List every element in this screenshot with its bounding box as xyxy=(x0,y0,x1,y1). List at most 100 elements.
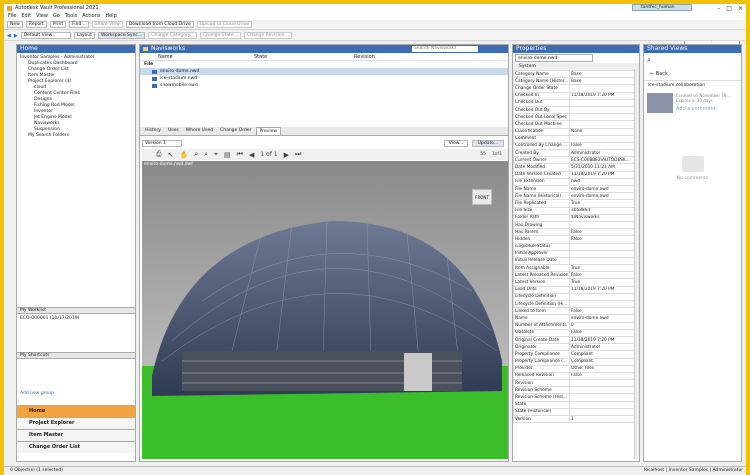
property-row[interactable]: Hidden False xyxy=(513,235,639,244)
file-row[interactable]: snowmobile.nwd xyxy=(140,82,508,89)
add-comment-link[interactable]: Add a comment xyxy=(676,106,730,112)
select-icon[interactable]: ↖ xyxy=(168,151,174,159)
property-row[interactable]: Lifecycle Definition (Hi... xyxy=(513,299,639,309)
property-row[interactable]: iLogicRuleStatus xyxy=(513,242,639,251)
tab-preview[interactable]: Preview xyxy=(255,127,282,135)
layout-button[interactable]: Layout xyxy=(73,32,96,39)
layers-icon[interactable]: ▤ xyxy=(224,151,231,159)
property-row[interactable]: File Size 3058864 xyxy=(513,206,639,215)
change-revision-button[interactable]: Change Revision... xyxy=(243,32,292,39)
file-row[interactable]: enviro-dome.nwd xyxy=(140,68,508,75)
share-view-button[interactable]: Share View xyxy=(91,21,123,28)
property-row[interactable]: Item Assignable True xyxy=(513,264,639,273)
property-row[interactable]: File Name (Historical) enviro-dome.nwd xyxy=(513,192,639,201)
property-row[interactable]: Folder Path $/Navisworks xyxy=(513,213,639,222)
back-arrow-icon[interactable]: ◀ xyxy=(7,33,11,39)
menu-help[interactable]: Help xyxy=(105,13,116,19)
property-row[interactable]: Property Compliance (... Compliant xyxy=(513,357,639,366)
change-category-button[interactable]: Change Category... xyxy=(148,32,198,39)
property-row[interactable]: Revision Scheme (Hist... xyxy=(513,393,639,402)
forward-arrow-icon[interactable]: ▶ xyxy=(14,33,18,39)
property-row[interactable]: Original Create Date 11/18/2019 7:20 PM xyxy=(513,335,639,345)
version-select[interactable]: Version 1 xyxy=(142,139,182,147)
property-row[interactable]: Current Owner ECS-C008BE2\AUTODESK... xyxy=(513,156,639,165)
properties-scrollbar[interactable] xyxy=(634,69,639,459)
menu-tools[interactable]: Tools xyxy=(65,13,77,19)
download-cloud-button[interactable]: Download from Cloud Drive xyxy=(125,21,194,28)
tab-history[interactable]: History xyxy=(142,127,165,135)
search-icon[interactable]: ⌕ xyxy=(644,53,741,68)
first-page-icon[interactable]: ⏮ xyxy=(237,150,243,159)
workspace-sync-button[interactable]: Workspace Sync... xyxy=(98,32,146,39)
user-account-box[interactable]: tanthic_human xyxy=(632,4,692,11)
property-row[interactable]: Classification None xyxy=(513,127,639,136)
property-row[interactable]: Provider Other Files xyxy=(513,364,639,373)
view-select[interactable]: Default View xyxy=(20,32,71,39)
property-row[interactable]: Date Version Created 11/18/2019 7:20 PM xyxy=(513,170,639,179)
property-row[interactable]: Revision xyxy=(513,379,639,388)
property-row[interactable]: File Replicated True xyxy=(513,199,639,208)
nav-change-order-button[interactable]: Change Order List xyxy=(17,441,135,453)
menu-file[interactable]: File xyxy=(8,13,16,19)
col-state[interactable]: State xyxy=(254,53,354,60)
update-button[interactable]: Update... xyxy=(472,139,504,147)
property-row[interactable]: Checked Out xyxy=(513,98,639,107)
worklist-item[interactable]: ECO-000001 (10/17/2019) xyxy=(17,314,135,352)
col-name[interactable]: Name xyxy=(144,53,254,60)
minimize-icon[interactable]: – xyxy=(717,5,720,12)
view-button[interactable]: View... xyxy=(444,139,468,147)
nav-item-master-button[interactable]: Item Master xyxy=(17,429,135,441)
property-row[interactable]: Date Modified 5/31/2010 11:21 AM xyxy=(513,163,639,172)
col-revision[interactable]: Revision xyxy=(354,53,375,60)
property-row[interactable]: Controlled By Change ... False xyxy=(513,141,639,151)
property-row[interactable]: Initial Release Date xyxy=(513,256,639,266)
tab-where-used[interactable]: Where Used xyxy=(182,127,217,135)
property-row[interactable]: Created By Administrator xyxy=(513,149,639,158)
property-row[interactable]: Released Revision False xyxy=(513,371,639,381)
property-row[interactable]: Revision Scheme xyxy=(513,386,639,395)
tab-uses[interactable]: Uses xyxy=(165,127,182,135)
property-row[interactable]: Latest Version True xyxy=(513,278,639,287)
zoom-icon[interactable]: ⌕ xyxy=(194,150,198,159)
menu-view[interactable]: View xyxy=(36,13,48,19)
property-row[interactable]: Number of Attachments 0 xyxy=(513,321,639,330)
property-row[interactable]: Property Compliance Compliant xyxy=(513,350,639,359)
maximize-icon[interactable]: □ xyxy=(726,5,732,12)
tree-item[interactable]: My Search Folders xyxy=(20,133,132,139)
property-row[interactable]: Change Order State xyxy=(513,84,639,93)
close-icon[interactable]: × xyxy=(738,5,743,12)
add-group-link[interactable]: Add new group xyxy=(17,389,135,405)
property-row[interactable]: Comment xyxy=(513,134,639,143)
property-row[interactable]: Latest Released Revision False xyxy=(513,271,639,280)
search-navisworks-input[interactable]: Search Navisworks xyxy=(412,46,478,52)
file-row[interactable]: ice-stadium.nwd xyxy=(140,75,508,82)
prev-page-icon[interactable]: ◀ xyxy=(249,151,254,159)
property-row[interactable]: Originator Administrator xyxy=(513,343,639,352)
property-row[interactable]: Lead Until 11/18/2019 7:20 PM xyxy=(513,285,639,294)
upload-cloud-button[interactable]: Upload to Cloud Drive xyxy=(196,21,253,28)
property-row[interactable]: Category Name Base xyxy=(513,69,639,79)
property-row[interactable]: File Name enviro-dome.nwd xyxy=(513,184,639,194)
next-page-icon[interactable]: ▶ xyxy=(284,151,289,159)
property-row[interactable]: Checked Out Machine xyxy=(513,120,639,129)
view-cube[interactable]: FRONT xyxy=(472,189,492,205)
new-button[interactable]: New xyxy=(7,21,23,28)
property-row[interactable]: Version 1 xyxy=(513,414,639,424)
property-row[interactable]: Has Parent False xyxy=(513,228,639,237)
property-row[interactable]: Checked In 11/18/2019 7:20 PM xyxy=(513,91,639,100)
property-row[interactable]: Category Name (Histor... Base xyxy=(513,77,639,86)
property-row[interactable]: File Extension nwd xyxy=(513,177,639,187)
properties-file-select[interactable]: enviro-dome.nwd xyxy=(515,54,593,62)
zoom-window-icon[interactable]: ⌕ xyxy=(204,150,208,159)
nav-project-explorer-button[interactable]: Project Explorer xyxy=(17,417,135,429)
property-row[interactable]: Checked Out Local Spec xyxy=(513,113,639,122)
print-button[interactable]: Print xyxy=(49,21,67,28)
fit-icon[interactable]: ⌖ xyxy=(214,150,218,159)
nav-home-button[interactable]: Home xyxy=(17,405,135,417)
pan-icon[interactable]: ✋ xyxy=(179,151,188,159)
property-row[interactable]: Has Drawing xyxy=(513,220,639,230)
find-button[interactable]: Find... xyxy=(69,21,89,28)
shared-view-thumbnail[interactable] xyxy=(647,93,673,113)
property-row[interactable]: Checked Out By xyxy=(513,105,639,115)
menu-go[interactable]: Go xyxy=(53,13,60,19)
